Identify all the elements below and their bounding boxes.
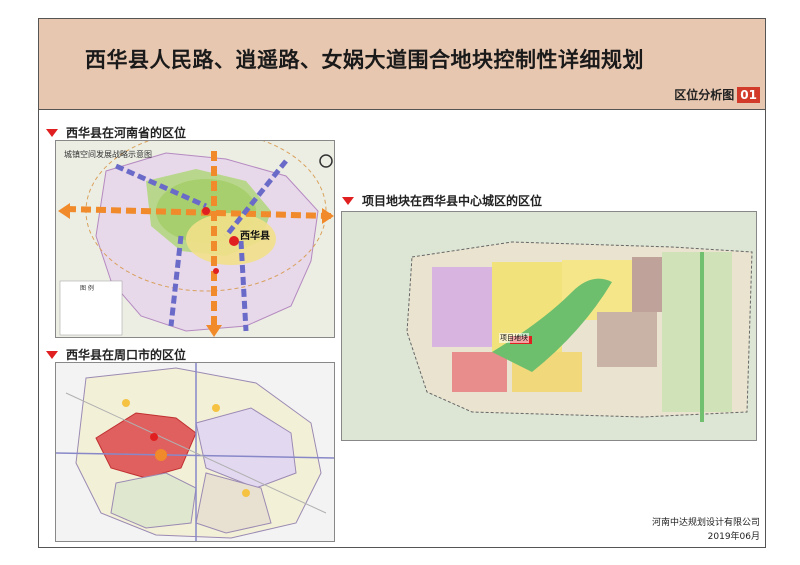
map-title-text: 区位分析图 — [674, 88, 735, 102]
province-map-graphic — [56, 141, 334, 337]
section-label-text: 西华县在周口市的区位 — [66, 348, 187, 362]
center-city-map: 项目地块 — [341, 211, 757, 441]
province-map-caption: 城镇空间发展战略示意图 — [64, 150, 152, 159]
city-map-graphic — [56, 363, 334, 541]
province-map: 城镇空间发展战略示意图 西华县 图 例 — [55, 140, 335, 338]
county-label: 西华县 — [240, 231, 270, 242]
section-label-city: 西华县在周口市的区位 — [46, 346, 186, 363]
page-title: 西华县人民路、逍遥路、女娲大道围合地块控制性详细规划 — [85, 48, 644, 72]
section-label-province: 西华县在河南省的区位 — [46, 124, 186, 141]
section-label-center: 项目地块在西华县中心城区的区位 — [342, 192, 542, 209]
triangle-marker-icon — [46, 350, 58, 359]
center-city-graphic — [342, 212, 756, 440]
legend-title: 图 例 — [80, 285, 94, 292]
map-title: 区位分析图 01 — [674, 86, 760, 103]
project-site-label: 项目地块 — [499, 333, 529, 343]
triangle-marker-icon — [46, 128, 58, 137]
footer: 河南中达规划设计有限公司 2019年06月 — [652, 516, 760, 544]
city-map — [55, 362, 335, 542]
footer-date: 2019年06月 — [707, 532, 760, 542]
section-label-text: 西华县在河南省的区位 — [66, 126, 187, 140]
section-label-text: 项目地块在西华县中心城区的区位 — [362, 194, 543, 208]
map-number-badge: 01 — [737, 86, 760, 103]
company-name: 河南中达规划设计有限公司 — [651, 518, 760, 528]
triangle-marker-icon — [342, 196, 354, 205]
